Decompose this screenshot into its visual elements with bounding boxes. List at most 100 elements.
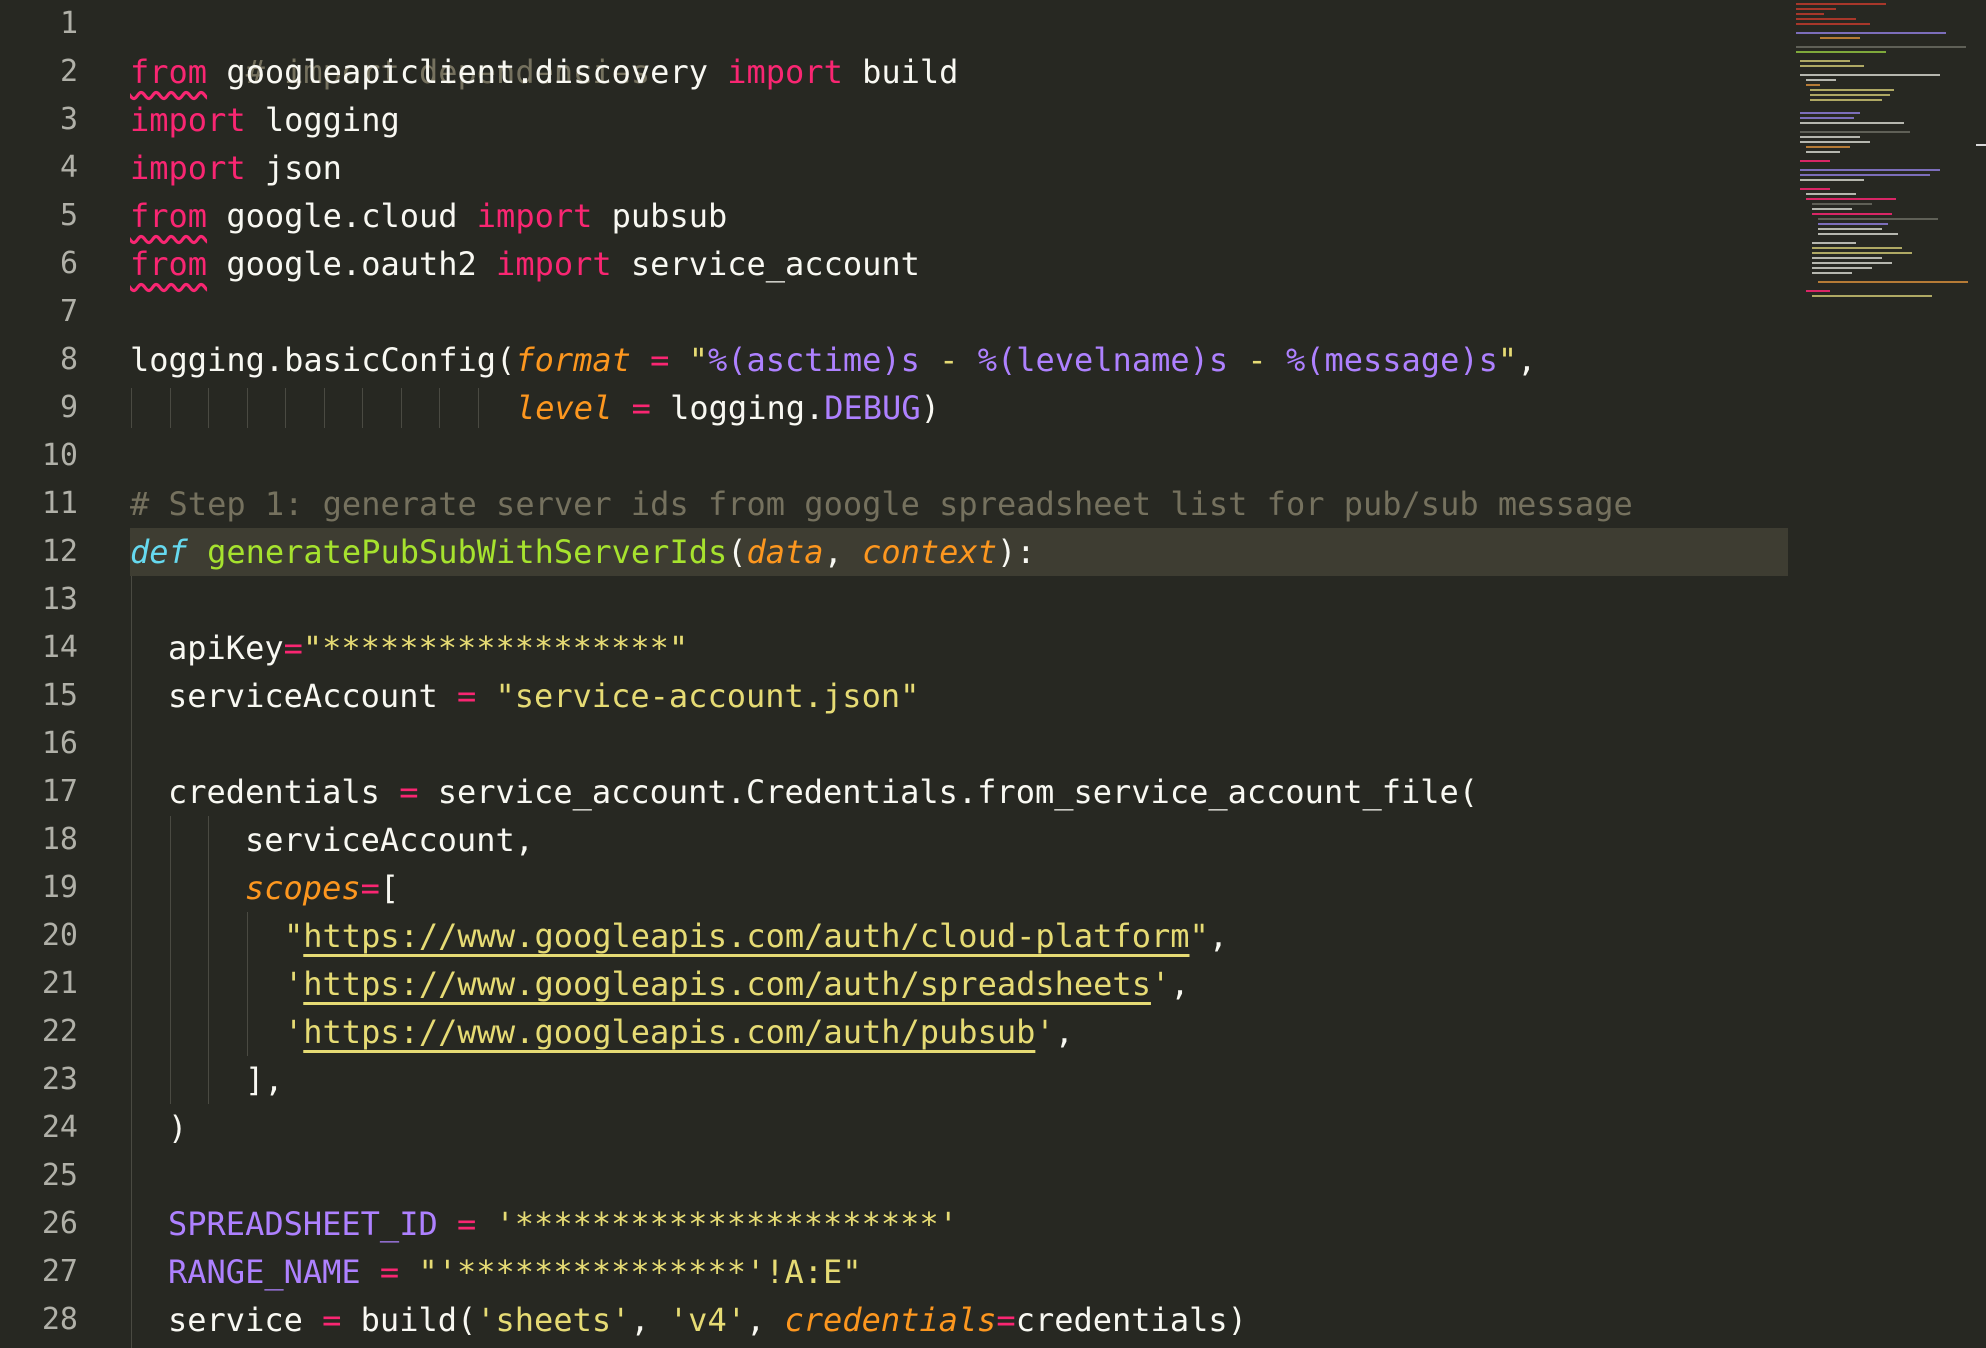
code-line-22[interactable]: 'https://www.googleapis.com/auth/pubsub'… bbox=[284, 1008, 1074, 1056]
code-line-14[interactable]: apiKey="******************" bbox=[168, 624, 688, 672]
code-line-27[interactable]: RANGE_NAME = "'***************'!A:E" bbox=[168, 1248, 862, 1296]
module-name: json bbox=[245, 149, 342, 187]
code-line-6[interactable]: from google.oauth2 import service_accoun… bbox=[130, 240, 920, 288]
code-line-21[interactable]: 'https://www.googleapis.com/auth/spreads… bbox=[284, 960, 1189, 1008]
url-link[interactable]: https://www.googleapis.com/auth/cloud-pl… bbox=[303, 917, 1189, 955]
minimap-line bbox=[1796, 3, 1886, 5]
line-number: 18 bbox=[41, 822, 78, 857]
operator: = bbox=[612, 389, 671, 427]
string-literal: '**********************' bbox=[495, 1205, 958, 1243]
minimap-line bbox=[1806, 84, 1820, 86]
code-line-19[interactable]: scopes=[ bbox=[245, 864, 399, 912]
code-line-26[interactable]: SPREADSHEET_ID = '**********************… bbox=[168, 1200, 958, 1248]
minimap-line bbox=[1812, 242, 1856, 244]
minimap-line bbox=[1800, 117, 1854, 119]
minimap-line bbox=[1812, 262, 1892, 264]
string-quote: " bbox=[1189, 917, 1209, 955]
code-editor[interactable]: 1 2 3 4 5 6 7 8 9 10 11 12 13 14 15 16 1… bbox=[0, 0, 1986, 1348]
string-literal: "service-account.json" bbox=[495, 677, 920, 715]
string-literal: "******************" bbox=[302, 629, 689, 667]
minimap-line bbox=[1806, 151, 1840, 153]
minimap[interactable] bbox=[1790, 0, 1986, 1348]
minimap-line bbox=[1800, 60, 1850, 62]
argument: serviceAccount, bbox=[245, 821, 534, 859]
function-call: build( bbox=[360, 1301, 477, 1339]
punctuation: , bbox=[1517, 341, 1537, 379]
code-line-20[interactable]: "https://www.googleapis.com/auth/cloud-p… bbox=[284, 912, 1228, 960]
minimap-line bbox=[1820, 37, 1860, 39]
string-quote: " bbox=[688, 341, 708, 379]
minimap-line bbox=[1812, 208, 1852, 210]
parameter-name: format bbox=[515, 341, 631, 379]
variable-name: apiKey bbox=[168, 629, 284, 667]
code-line-1[interactable]: # import dependencies bbox=[130, 0, 651, 91]
code-line-28[interactable]: service = build('sheets', 'v4', credenti… bbox=[168, 1296, 1247, 1344]
constant-name: RANGE_NAME bbox=[168, 1253, 361, 1291]
code-line-3[interactable]: import logging bbox=[130, 96, 400, 144]
line-number: 22 bbox=[41, 1014, 78, 1049]
keyword-import: import bbox=[727, 53, 843, 91]
code-line-2[interactable]: from googleapiclient.discovery import bu… bbox=[130, 48, 958, 96]
line-number: 10 bbox=[41, 438, 78, 473]
code-line-5[interactable]: from google.cloud import pubsub bbox=[130, 192, 727, 240]
format-placeholder: %(levelname)s bbox=[977, 341, 1229, 379]
minimap-line bbox=[1810, 94, 1890, 96]
keyword-from: from bbox=[130, 53, 208, 91]
code-line-15[interactable]: serviceAccount = "service-account.json" bbox=[168, 672, 919, 720]
line-number: 13 bbox=[41, 582, 78, 617]
punctuation: , bbox=[823, 533, 863, 571]
minimap-line bbox=[1800, 122, 1904, 124]
line-number: 8 bbox=[59, 342, 78, 377]
code-line-11[interactable]: # Step 1: generate server ids from googl… bbox=[130, 480, 1633, 528]
parameter-name: credentials bbox=[784, 1301, 997, 1339]
code-line-12[interactable]: def generatePubSubWithServerIds(data, co… bbox=[130, 528, 1035, 576]
keyword-from: from bbox=[130, 197, 208, 235]
minimap-line bbox=[1800, 65, 1864, 67]
code-line-23[interactable]: ], bbox=[245, 1056, 284, 1104]
punctuation: , bbox=[745, 1301, 785, 1339]
line-number: 14 bbox=[41, 630, 78, 665]
minimap-line bbox=[1818, 281, 1968, 283]
minimap-line bbox=[1800, 136, 1860, 138]
code-line-17[interactable]: credentials = service_account.Credential… bbox=[168, 768, 1478, 816]
minimap-line bbox=[1812, 252, 1912, 254]
punctuation: , bbox=[1170, 965, 1190, 1003]
minimap-line bbox=[1796, 23, 1870, 25]
keyword-import: import bbox=[130, 101, 246, 139]
string-quote: " bbox=[1497, 341, 1518, 379]
minimap-line bbox=[1812, 257, 1882, 259]
code-line-24[interactable]: ) bbox=[168, 1104, 187, 1152]
minimap-line bbox=[1818, 233, 1898, 235]
keyword-import: import bbox=[476, 197, 593, 235]
line-number: 1 bbox=[59, 6, 78, 41]
module-name: google.cloud bbox=[207, 197, 477, 235]
line-number: 5 bbox=[59, 198, 78, 233]
minimap-line bbox=[1800, 160, 1830, 162]
url-link[interactable]: https://www.googleapis.com/auth/spreadsh… bbox=[303, 965, 1151, 1003]
format-placeholder: %(message)s bbox=[1285, 341, 1498, 379]
code-line-8[interactable]: logging.basicConfig(format = "%(asctime)… bbox=[130, 336, 1536, 384]
operator: = bbox=[360, 1253, 419, 1291]
code-line-18[interactable]: serviceAccount, bbox=[245, 816, 534, 864]
url-link[interactable]: https://www.googleapis.com/auth/pubsub bbox=[303, 1013, 1035, 1051]
variable-name: credentials bbox=[168, 773, 380, 811]
parameter-name: data bbox=[746, 533, 824, 571]
line-number: 15 bbox=[41, 678, 78, 713]
minimap-line bbox=[1812, 272, 1852, 274]
line-number: 16 bbox=[41, 726, 78, 761]
operator: = bbox=[360, 869, 380, 907]
minimap-line bbox=[1800, 188, 1830, 190]
code-line-9[interactable]: level = logging.DEBUG) bbox=[516, 384, 940, 432]
minimap-line bbox=[1818, 218, 1938, 220]
minimap-line bbox=[1796, 46, 1966, 48]
minimap-line bbox=[1806, 79, 1836, 81]
operator: = bbox=[379, 773, 438, 811]
module-name: google.oauth2 bbox=[207, 245, 497, 283]
argument: credentials) bbox=[1015, 1301, 1247, 1339]
code-line-4[interactable]: import json bbox=[130, 144, 342, 192]
minimap-line bbox=[1796, 51, 1886, 53]
punctuation: , bbox=[630, 1301, 669, 1339]
keyword-from: from bbox=[130, 245, 208, 283]
code-area[interactable]: # import dependencies from googleapiclie… bbox=[130, 0, 1790, 1348]
minimap-line bbox=[1800, 112, 1860, 114]
